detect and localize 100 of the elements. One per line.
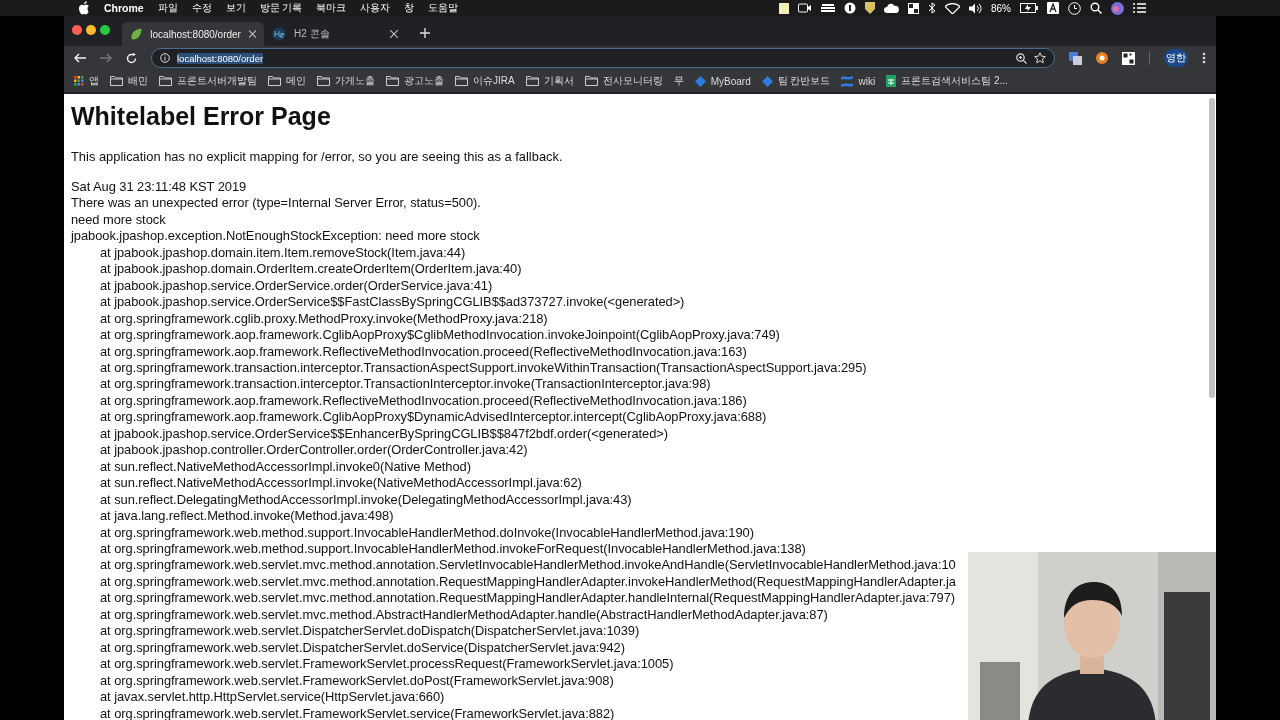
bookmark[interactable]: 가게노출 <box>317 74 375 88</box>
stack-trace-line: at javax.servlet.http.HttpServlet.service(HttpServlet.java:660) <box>99 689 446 706</box>
browser-tab[interactable]: localhost:8080/order <box>122 22 264 46</box>
bookmark[interactable]: wiki <box>841 75 876 87</box>
page-heading: Whitelabel Error Page <box>71 102 332 131</box>
stack-trace-line: at org.springframework.web.servlet.FrameworkServlet.service(FrameworkServlet.java:882) <box>99 705 616 720</box>
bookmark[interactable]: MyBoard <box>694 75 751 87</box>
siri-icon[interactable] <box>1111 1 1124 15</box>
wifi-icon[interactable] <box>945 2 960 14</box>
bookmark[interactable]: 무 <box>673 74 684 88</box>
stack-trace-line: at org.springframework.aop.framework.CglibAopProxy$DynamicAdvisedInterceptor.intercept(CglibAopProxy.java:688) <box>99 409 768 426</box>
bookmark[interactable]: 프론트서버개발팀 <box>159 74 257 88</box>
back-icon[interactable] <box>74 53 86 63</box>
battery-icon[interactable] <box>1020 3 1038 13</box>
leaf-icon <box>130 27 143 41</box>
menu-item[interactable]: 북마크 <box>316 1 347 15</box>
volume-icon[interactable] <box>969 2 982 14</box>
info-icon[interactable] <box>160 53 170 63</box>
new-tab-icon[interactable] <box>420 28 430 38</box>
diamond-icon <box>761 75 773 87</box>
menu-item[interactable]: 방문 기록 <box>259 1 303 15</box>
bookmark[interactable]: 프론트검색서비스팀 2... <box>886 74 1008 88</box>
menu-item[interactable]: 창 <box>404 1 415 15</box>
shield-icon[interactable] <box>865 2 875 14</box>
stack-trace-line: at org.springframework.web.servlet.mvc.method.annotation.ServletInvocableHandlerMethod.invokeAndHandle(ServletInvocableHandlerMethod.java:10 <box>99 557 957 574</box>
stack-icon[interactable] <box>821 3 835 13</box>
folder-icon <box>110 76 123 86</box>
stack-trace-line: at java.lang.reflect.Method.invoke(Method.java:498) <box>99 508 395 525</box>
menu-item[interactable]: 사용자 <box>360 1 391 15</box>
folder-icon <box>317 76 330 86</box>
cloud-icon[interactable] <box>884 3 899 13</box>
stack-trace-line: at org.springframework.cglib.proxy.MethodProxy.invoke(MethodProxy.java:218) <box>99 310 549 328</box>
stack-trace-line: at jpabook.jpashop.domain.item.Item.removeStock(Item.java:44) <box>99 244 467 262</box>
battery-percentage: 86% <box>991 2 1011 14</box>
browser-tab[interactable]: H2 콘솔 <box>264 22 406 46</box>
stack-trace-line: at jpabook.jpashop.service.OrderService.order(OrderService.java:41) <box>99 277 494 295</box>
bookmark[interactable]: 전사모니터링 <box>584 74 663 88</box>
clock-icon[interactable] <box>1068 1 1081 15</box>
apple-icon[interactable] <box>78 1 90 15</box>
menu-item[interactable]: 보기 <box>225 1 246 15</box>
scrollbar[interactable] <box>1209 98 1215 398</box>
reload-icon[interactable] <box>126 52 137 64</box>
close-icon[interactable] <box>248 30 256 38</box>
bookmark[interactable]: 기획서 <box>525 74 574 88</box>
list-icon[interactable] <box>1133 3 1146 13</box>
stack-trace-line: at org.springframework.web.servlet.FrameworkServlet.processRequest(FrameworkServlet.java:1005) <box>99 656 675 673</box>
bookmark[interactable]: 앱 <box>74 74 99 88</box>
search-icon[interactable] <box>1090 2 1102 14</box>
profile-avatar[interactable]: 영한 <box>1164 49 1188 67</box>
stack-trace-line: at org.springframework.web.servlet.FrameworkServlet.doPost(FrameworkServlet.java:908) <box>99 672 615 690</box>
fallback-message: This application has no explicit mapping for /error, so you are seeing this as a fallback. <box>71 149 564 164</box>
menu-item[interactable]: 수정 <box>191 1 212 15</box>
extension-icon[interactable] <box>1096 52 1108 64</box>
bookmark[interactable]: 메인 <box>268 74 306 88</box>
error-text: need more stock <box>71 211 167 229</box>
address-bar[interactable]: localhost:8080/order <box>151 48 1055 68</box>
stack-trace-line: at jpabook.jpashop.controller.OrderController.order(OrderController.java:42) <box>99 442 529 459</box>
qr-code-icon[interactable] <box>1122 51 1135 65</box>
stack-trace-line: at org.springframework.web.method.support.InvocableHandlerMethod.doInvoke(InvocableHandlerMethod.java:190) <box>99 524 755 541</box>
error-text: There was an unexpected error (type=Internal Server Error, status=500). <box>71 195 482 212</box>
note-icon[interactable] <box>779 2 789 14</box>
menu-item[interactable]: 파일 <box>157 1 178 15</box>
forward-icon[interactable] <box>100 53 112 63</box>
stack-trace-line: at sun.reflect.NativeMethodAccessorImpl.invoke0(Native Method) <box>99 458 472 476</box>
grid-icon[interactable] <box>908 2 919 14</box>
minimize-window-icon[interactable] <box>86 25 96 35</box>
apps-grid-icon <box>74 76 84 86</box>
folder-icon <box>525 76 539 86</box>
camera-icon[interactable] <box>798 3 812 13</box>
bluetooth-icon[interactable] <box>928 2 936 14</box>
bookmark[interactable]: 배민 <box>110 74 148 88</box>
keyboard-input-icon[interactable] <box>1047 2 1059 14</box>
stack-trace-line: at sun.reflect.NativeMethodAccessorImpl.invoke(NativeMethodAccessorImpl.java:62) <box>99 475 583 492</box>
folder-icon <box>159 76 172 86</box>
stack-trace-line: at org.springframework.transaction.interceptor.TransactionInterceptor.invoke(TransactionInterceptor.java:98) <box>99 376 712 393</box>
bookmark[interactable]: 팀 칸반보드 <box>761 74 831 88</box>
error-text: jpabook.jpashop.exception.NotEnoughStockException: need more stock <box>71 228 481 245</box>
zoom-window-icon[interactable] <box>100 25 110 35</box>
h2-logo-icon <box>272 27 286 41</box>
stack-trace-line: at org.springframework.web.method.support.InvocableHandlerMethod.invokeForRequest(InvocableHandlerMethod.java:138) <box>99 540 807 558</box>
stack-trace-line: at org.springframework.aop.framework.CglibAopProxy$CglibMethodInvocation.invokeJoinpoint(CglibAopProxy.java:749) <box>99 327 781 344</box>
stack-trace-line: at org.springframework.transaction.interceptor.TransactionAspectSupport.invokeWithinTransaction(TransactionAspectSupport.java:295) <box>99 360 868 377</box>
more-icon[interactable] <box>1202 52 1206 64</box>
spreadsheet-icon <box>886 75 897 87</box>
close-icon[interactable] <box>390 30 398 38</box>
bookmark[interactable]: 이슈JIRA <box>455 74 515 88</box>
stack-trace-line: at org.springframework.aop.framework.ReflectiveMethodInvocation.proceed(ReflectiveMethodInvocation.java:163) <box>99 343 748 360</box>
translate-icon[interactable] <box>1069 51 1082 65</box>
folder-icon <box>455 76 468 86</box>
app-menu[interactable]: Chrome <box>104 2 144 14</box>
bookmark[interactable]: 광고노출 <box>386 74 444 88</box>
folder-icon <box>386 76 399 86</box>
stack-trace-line: at sun.reflect.DelegatingMethodAccessorImpl.invoke(DelegatingMethodAccessorImpl.java:43) <box>99 491 633 509</box>
close-window-icon[interactable] <box>72 25 82 35</box>
stack-trace-line: at org.springframework.web.servlet.mvc.method.AbstractHandlerMethodAdapter.handle(AbstractHandlerMethodAdapter.java:87) <box>99 606 829 624</box>
zoom-icon[interactable] <box>1016 52 1027 64</box>
stack-trace-line: at jpabook.jpashop.service.OrderService$$EnhancerBySpringCGLIB$$847f2bdf.order(<generated>) <box>99 425 669 443</box>
menu-item[interactable]: 도움말 <box>428 1 459 15</box>
info-icon[interactable] <box>844 2 856 14</box>
star-icon[interactable] <box>1034 52 1046 64</box>
